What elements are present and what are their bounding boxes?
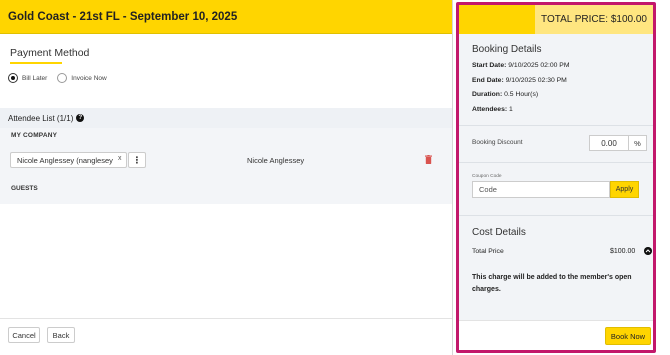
cost-details-title: Cost Details: [472, 227, 526, 238]
duration-value: 0.5 Hour(s): [502, 91, 539, 98]
duration: Duration: 0.5 Hour(s): [472, 91, 538, 98]
booking-summary-panel: TOTAL PRICE: $100.00 Booking Details Sta…: [456, 2, 656, 353]
attendee-count: Attendees: 1: [472, 106, 513, 113]
section-divider: [459, 125, 653, 126]
question-circle-icon[interactable]: ?: [76, 114, 85, 122]
remove-attendee-icon[interactable]: x: [118, 155, 122, 162]
radio-unselected-icon[interactable]: [57, 73, 68, 83]
start-date: Start Date: 9/10/2025 02:00 PM: [472, 62, 569, 69]
end-date-value: 9/10/2025 02:30 PM: [503, 77, 567, 84]
total-price-value: $100.00: [610, 248, 636, 255]
start-date-value: 9/10/2025 02:00 PM: [506, 62, 570, 69]
total-price-bar: TOTAL PRICE: $100.00: [459, 5, 653, 34]
end-date-label: End Date:: [472, 77, 504, 84]
booking-discount-label: Booking Discount: [472, 139, 523, 146]
radio-selected-icon[interactable]: [8, 73, 18, 83]
attendee-list-header: Attendee List (1/1) ?: [0, 108, 452, 128]
start-date-label: Start Date:: [472, 62, 507, 69]
duration-label: Duration:: [472, 91, 503, 98]
discount-unit: %: [629, 135, 647, 151]
end-date: End Date: 9/10/2025 02:30 PM: [472, 77, 567, 84]
chevron-up-icon[interactable]: [644, 247, 652, 255]
attendee-chip-text: Nicole Anglessey (nanglesey: [17, 155, 113, 165]
trash-icon[interactable]: [425, 155, 432, 164]
charge-note: This charge will be added to the member'…: [472, 274, 632, 293]
guests-label: GUESTS: [11, 185, 38, 192]
booking-details-title: Booking Details: [472, 44, 542, 55]
radio-bill-later[interactable]: Bill Later: [8, 73, 47, 83]
book-now-button[interactable]: Book Now: [605, 327, 651, 345]
total-price-label: Total Price: [472, 248, 504, 255]
footer-divider: [0, 318, 452, 319]
coupon-code-label: Coupon Code: [472, 174, 502, 179]
total-price: TOTAL PRICE: $100.00: [535, 5, 653, 34]
discount-input[interactable]: 0.00: [589, 135, 629, 151]
section-divider: [459, 162, 653, 163]
radio-label: Bill Later: [22, 74, 48, 82]
attendee-list-title: Attendee List (1/1): [8, 113, 74, 123]
payment-options: Bill Later Invoice Now: [8, 73, 117, 83]
back-button[interactable]: Back: [47, 327, 75, 343]
coupon-code-input[interactable]: Code: [472, 181, 610, 198]
tab-underline: [10, 62, 62, 64]
attendee-name: Nicole Anglessey: [247, 156, 305, 165]
payment-method-tab[interactable]: Payment Method: [10, 47, 89, 59]
booking-form-panel: Gold Coast - 21st FL - September 10, 202…: [0, 0, 453, 355]
radio-invoice-now[interactable]: Invoice Now: [57, 73, 107, 83]
radio-label: Invoice Now: [71, 74, 107, 82]
more-options-icon[interactable]: ⋮: [128, 152, 146, 168]
apply-coupon-button[interactable]: Apply: [610, 181, 639, 198]
attendee-select[interactable]: Nicole Anglessey (nanglesey: [10, 152, 127, 168]
attendees-label: Attendees:: [472, 106, 508, 113]
cancel-button[interactable]: Cancel: [8, 327, 40, 343]
attendees-value: 1: [507, 106, 513, 113]
section-divider: [459, 215, 653, 216]
page-title: Gold Coast - 21st FL - September 10, 202…: [0, 0, 452, 34]
company-label: MY COMPANY: [11, 132, 58, 139]
